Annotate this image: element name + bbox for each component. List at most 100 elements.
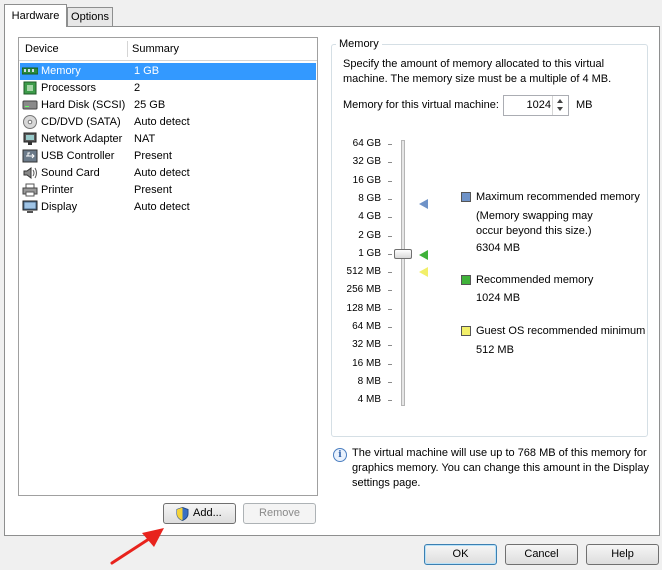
hard-disk-icon [22, 100, 38, 110]
scale-label: 4 MB [357, 394, 381, 406]
add-button[interactable]: Add... [163, 503, 236, 524]
scale-tick [388, 327, 392, 328]
device-row-printer[interactable]: Printer Present [20, 182, 316, 199]
ok-button[interactable]: OK [424, 544, 497, 565]
cd-dvd-icon [23, 115, 37, 129]
graphics-memory-info: The virtual machine will use up to 768 M… [352, 447, 649, 489]
processor-icon [23, 81, 37, 95]
scale-label: 32 GB [352, 156, 381, 168]
device-row-sound-card[interactable]: Sound Card Auto detect [20, 165, 316, 182]
remove-button-label: Remove [259, 507, 300, 519]
device-row-usb-controller[interactable]: USB Controller Present [20, 148, 316, 165]
device-name: Memory [41, 65, 81, 77]
scale-tick [388, 180, 392, 182]
help-button[interactable]: Help [586, 544, 659, 565]
scale-label: 16 GB [352, 174, 381, 186]
scale-tick [388, 381, 392, 383]
printer-icon [22, 183, 38, 197]
device-name: USB Controller [41, 150, 115, 162]
info-icon: i [333, 448, 347, 462]
memory-slider-track[interactable] [401, 140, 405, 406]
spin-up-icon[interactable] [557, 99, 563, 103]
sound-card-icon [23, 167, 37, 179]
tab-options[interactable]: Options [67, 7, 113, 26]
help-button-label: Help [611, 548, 634, 560]
column-separator[interactable] [127, 41, 128, 57]
scale-tick [388, 400, 392, 402]
device-summary: 1 GB [134, 65, 160, 77]
column-device[interactable]: Device [25, 43, 59, 55]
ok-button-label: OK [452, 548, 469, 560]
tab-hardware-label: Hardware [11, 10, 60, 22]
max-legend-value: 6304 MB [476, 242, 521, 254]
memory-spinbox[interactable]: 1024 [503, 95, 569, 116]
memory-description: Specify the amount of memory allocated t… [343, 58, 612, 85]
device-name: Printer [41, 184, 74, 196]
device-list-header: Device Summary [19, 38, 317, 61]
device-summary: Present [134, 150, 172, 162]
recommended-marker-icon [419, 250, 428, 260]
scale-label: 2 GB [358, 229, 381, 241]
device-row-network-adapter[interactable]: Network Adapter NAT [20, 131, 316, 148]
device-name: Sound Card [41, 167, 100, 179]
cancel-button[interactable]: Cancel [505, 544, 578, 565]
uac-shield-icon [176, 507, 189, 521]
scale-tick [388, 217, 392, 219]
memory-group-title: Memory [336, 38, 382, 50]
scale-tick [388, 235, 392, 237]
scale-tick [388, 198, 392, 200]
spin-down-icon[interactable] [557, 107, 563, 111]
device-summary: Auto detect [134, 201, 190, 213]
tab-hardware[interactable]: Hardware [4, 4, 67, 27]
scale-tick [388, 253, 392, 255]
scale-label: 128 MB [346, 302, 381, 314]
recommended-legend-swatch [461, 275, 471, 285]
remove-button[interactable]: Remove [243, 503, 316, 524]
device-name: Hard Disk (SCSI) [41, 99, 126, 111]
max-recommended-marker-icon [419, 199, 428, 209]
max-legend-label: Maximum recommended memory [476, 191, 640, 203]
device-summary: Auto detect [134, 116, 190, 128]
device-row-hard-disk[interactable]: Hard Disk (SCSI) 25 GB [20, 97, 316, 114]
device-row-cd-dvd[interactable]: CD/DVD (SATA) Auto detect [20, 114, 316, 131]
device-summary: 2 [134, 82, 141, 94]
minimum-legend-label: Guest OS recommended minimum [476, 325, 646, 337]
device-name: CD/DVD (SATA) [41, 116, 121, 128]
scale-label: 32 MB [352, 339, 381, 351]
scale-label: 8 MB [357, 375, 381, 387]
memory-spin-arrows[interactable] [552, 96, 568, 115]
tab-options-label: Options [71, 11, 109, 23]
device-list[interactable]: Device Summary Memory 1 GB Processors 2 … [18, 37, 318, 496]
device-row-memory[interactable]: Memory 1 GB [20, 63, 316, 80]
max-legend-note: (Memory swapping may occur beyond this s… [476, 210, 593, 237]
column-summary[interactable]: Summary [132, 43, 179, 55]
memory-value-input[interactable]: 1024 [527, 99, 551, 111]
scale-tick [388, 272, 392, 274]
scale-tick [388, 363, 392, 365]
scale-label: 1 GB [358, 247, 381, 259]
scale-label: 64 MB [352, 321, 381, 332]
memory-field-label: Memory for this virtual machine: [343, 99, 499, 111]
device-name: Processors [41, 82, 97, 94]
memory-slider-thumb[interactable] [394, 249, 412, 259]
minimum-legend-swatch [461, 326, 471, 336]
scale-label: 64 GB [352, 138, 381, 149]
scale-tick [388, 308, 392, 310]
device-summary: Present [134, 184, 172, 196]
max-legend-swatch [461, 192, 471, 202]
usb-icon [22, 149, 38, 163]
minimum-legend-value: 512 MB [476, 344, 514, 356]
red-arrow-icon [110, 528, 164, 565]
scale-label: 256 MB [346, 284, 381, 296]
device-row-display[interactable]: Display Auto detect [20, 199, 316, 216]
recommended-legend-label: Recommended memory [476, 274, 594, 286]
device-name: Network Adapter [41, 133, 123, 145]
device-summary: NAT [134, 133, 156, 145]
network-adapter-icon [23, 132, 37, 145]
scale-tick [388, 290, 392, 292]
device-row-processors[interactable]: Processors 2 [20, 80, 316, 97]
minimum-marker-icon [419, 267, 428, 277]
recommended-legend-value: 1024 MB [476, 292, 521, 304]
memory-icon [22, 67, 38, 75]
scale-tick [388, 162, 392, 164]
